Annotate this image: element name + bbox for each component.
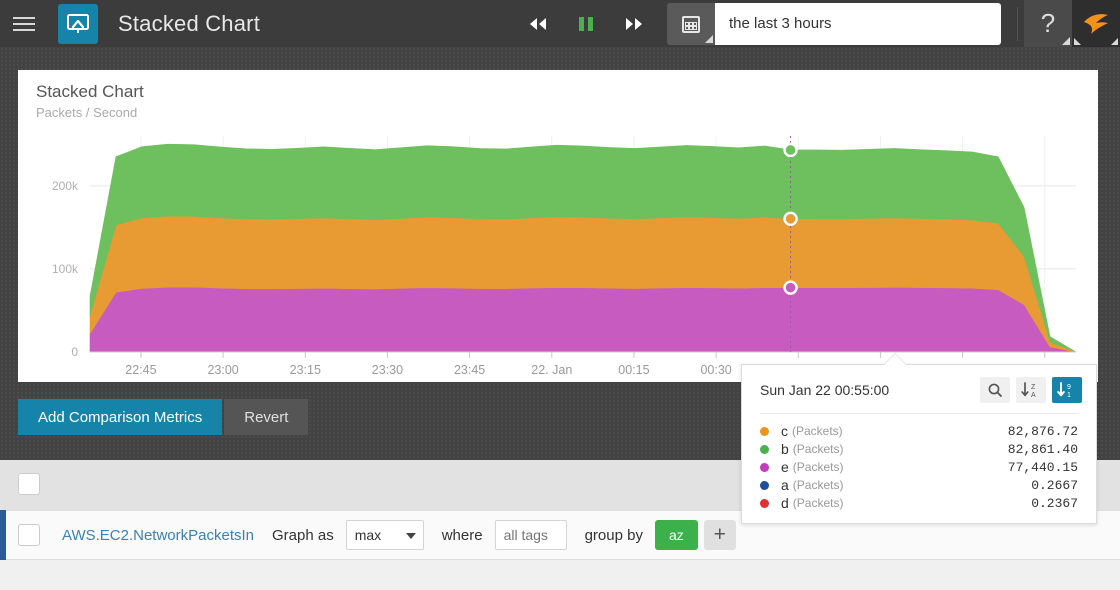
series-unit: (Packets) bbox=[792, 478, 844, 492]
svg-text:22:45: 22:45 bbox=[125, 363, 156, 377]
series-value: 77,440.15 bbox=[1007, 459, 1078, 475]
tooltip-series-row[interactable]: b (Packets) 82,861.40 bbox=[760, 440, 1078, 458]
series-unit: (Packets) bbox=[792, 424, 843, 438]
svg-text:0: 0 bbox=[71, 345, 78, 359]
sort-alpha-glyph: Z A bbox=[1021, 382, 1036, 399]
chart-screen-glyph bbox=[67, 13, 89, 33]
fast-forward-icon[interactable] bbox=[623, 13, 645, 35]
page-title: Stacked Chart bbox=[118, 10, 261, 36]
help-corner-indicator bbox=[1062, 37, 1070, 45]
select-all-checkbox[interactable] bbox=[18, 473, 40, 495]
row-accent-bar bbox=[0, 510, 6, 560]
forward-glyph bbox=[626, 17, 642, 30]
tooltip-series-row[interactable]: d (Packets) 0.2367 bbox=[760, 494, 1078, 512]
tooltip-timestamp: Sun Jan 22 00:55:00 bbox=[760, 382, 890, 398]
tooltip-series-list: c (Packets) 82,876.72 b (Packets) 82,861.40 e(… bbox=[742, 414, 1096, 512]
svg-text:23:45: 23:45 bbox=[454, 363, 485, 377]
search-icon[interactable] bbox=[980, 377, 1010, 403]
help-label: ? bbox=[1040, 8, 1056, 38]
chart-screen-icon[interactable] bbox=[58, 3, 98, 44]
series-unit: (Packets) bbox=[792, 496, 844, 510]
svg-text:100k: 100k bbox=[52, 262, 79, 276]
pause-icon[interactable] bbox=[575, 13, 597, 35]
where-label: where bbox=[441, 526, 483, 544]
tooltip-arrow bbox=[884, 354, 906, 365]
tooltip-header: Sun Jan 22 00:55:00 Z A 9 1 bbox=[742, 365, 1096, 411]
add-group-by-button[interactable]: + bbox=[703, 520, 736, 550]
flame-logo-glyph bbox=[1084, 13, 1108, 34]
series-value: 82,861.40 bbox=[1007, 441, 1078, 457]
tooltip-series-row[interactable]: e (Packets) 77,440.15 bbox=[760, 458, 1078, 476]
calendar-icon[interactable] bbox=[667, 2, 715, 45]
stacked-area-chart[interactable]: 0 100k 200k 22:45 23:00 23:15 23:30 23:45 22. Ja… bbox=[18, 130, 1098, 382]
series-name: b bbox=[781, 441, 789, 457]
series-name: a bbox=[781, 477, 789, 493]
series-color-dot bbox=[760, 444, 769, 454]
series-name: c bbox=[781, 423, 788, 439]
solarwinds-flame-logo[interactable] bbox=[1072, 0, 1120, 47]
series-value: 82,876.72 bbox=[1007, 423, 1078, 439]
sort-9-1-icon[interactable]: 9 1 bbox=[1052, 377, 1082, 403]
series-color-dot bbox=[760, 462, 769, 472]
series-name: e bbox=[781, 459, 789, 475]
series-unit: (Packets) bbox=[792, 442, 844, 456]
dropdown-corner-indicator bbox=[705, 34, 713, 43]
svg-text:23:00: 23:00 bbox=[207, 363, 238, 377]
svg-text:00:30: 00:30 bbox=[700, 363, 731, 377]
logo-corner-right bbox=[1111, 38, 1118, 45]
header-divider bbox=[1017, 6, 1018, 41]
tags-input[interactable] bbox=[494, 520, 567, 550]
svg-text:23:15: 23:15 bbox=[290, 363, 321, 377]
search-glyph bbox=[988, 383, 1002, 397]
svg-text:9: 9 bbox=[1067, 384, 1071, 391]
time-range-selector bbox=[667, 2, 1001, 45]
svg-text:A: A bbox=[1031, 392, 1036, 399]
chevron-down-icon bbox=[405, 533, 416, 539]
series-name: d bbox=[781, 495, 789, 511]
rewind-glyph bbox=[530, 17, 546, 30]
metric-row-checkbox[interactable] bbox=[18, 524, 40, 546]
graph-as-label: Graph as bbox=[272, 526, 334, 544]
sort-z-a-icon[interactable]: Z A bbox=[1016, 377, 1046, 403]
metric-name-link[interactable]: AWS.EC2.NetworkPacketsIn bbox=[62, 527, 254, 544]
svg-text:23:30: 23:30 bbox=[372, 363, 403, 377]
pause-glyph bbox=[579, 16, 593, 31]
series-value: 0.2367 bbox=[1031, 495, 1078, 511]
top-header-bar: Stacked Chart the last 3 hours ? bbox=[0, 0, 1120, 47]
svg-text:22. Jan: 22. Jan bbox=[531, 363, 572, 377]
chart-action-buttons: Add Comparison Metrics Revert bbox=[18, 399, 309, 435]
group-by-label: group by bbox=[584, 526, 643, 544]
help-button[interactable]: ? bbox=[1024, 0, 1072, 47]
add-comparison-metrics-button[interactable]: Add Comparison Metrics bbox=[18, 399, 223, 435]
tooltip-series-row[interactable]: a (Packets) 0.2667 bbox=[760, 476, 1078, 494]
aggregation-value: max bbox=[354, 527, 382, 543]
svg-text:200k: 200k bbox=[52, 179, 79, 193]
series-color-dot bbox=[760, 498, 769, 508]
playback-controls bbox=[527, 13, 645, 35]
svg-text:1: 1 bbox=[1067, 392, 1071, 399]
sort-numeric-glyph: 9 1 bbox=[1057, 382, 1071, 399]
hamburger-menu-icon[interactable] bbox=[0, 0, 48, 47]
series-color-dot bbox=[760, 426, 769, 436]
svg-text:Z: Z bbox=[1031, 384, 1036, 391]
tooltip-series-row[interactable]: c (Packets) 82,876.72 bbox=[760, 422, 1078, 440]
chart-tooltip[interactable]: Sun Jan 22 00:55:00 Z A 9 1 c (Packets) 82… bbox=[741, 353, 1097, 524]
aggregation-select[interactable]: max bbox=[345, 520, 424, 550]
series-color-dot bbox=[760, 480, 769, 490]
svg-text:00:15: 00:15 bbox=[618, 363, 649, 377]
calendar-glyph bbox=[682, 15, 700, 33]
chart-card: Stacked Chart Packets / Second 0 100k 200k… bbox=[18, 70, 1098, 382]
time-range-input[interactable] bbox=[715, 2, 1001, 45]
series-value: 0.2667 bbox=[1031, 477, 1078, 493]
chart-title: Stacked Chart bbox=[36, 82, 144, 101]
rewind-icon[interactable] bbox=[527, 13, 549, 35]
revert-button[interactable]: Revert bbox=[224, 399, 309, 435]
series-unit: (Packets) bbox=[792, 460, 844, 474]
group-by-tag-az[interactable]: az bbox=[654, 520, 698, 550]
chart-plot-area[interactable]: 0 100k 200k 22:45 23:00 23:15 23:30 23:45 22. Ja… bbox=[18, 130, 1098, 382]
chart-subtitle: Packets / Second bbox=[36, 105, 138, 120]
logo-corner-left bbox=[1074, 38, 1081, 45]
